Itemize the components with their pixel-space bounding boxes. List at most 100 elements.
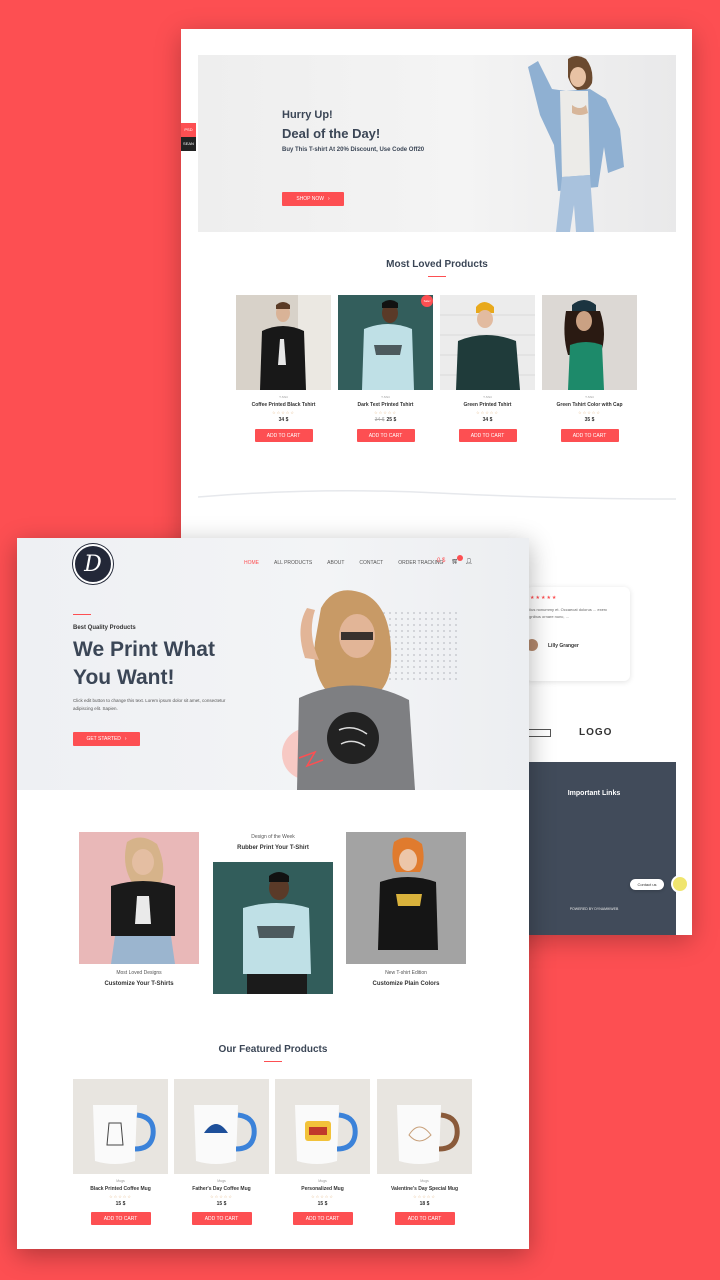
- product-name[interactable]: Coffee Printed Black Tshirt: [236, 402, 331, 408]
- product-card[interactable]: Mugs Valentine's Day Special Mug ☆☆☆☆☆ 1…: [377, 1079, 472, 1239]
- get-started-button[interactable]: GET STARTED ›: [73, 732, 140, 746]
- title-underline: [428, 276, 446, 277]
- product-price: 18 $: [419, 1201, 430, 1207]
- side-tab-psd[interactable]: PSD: [181, 123, 196, 137]
- product-card[interactable]: T-Shirt Green Tshirt Color with Cap ☆☆☆☆…: [542, 295, 637, 453]
- model-grey-bg-image: [346, 832, 466, 964]
- product-image: [440, 295, 535, 390]
- tile-title[interactable]: Rubber Print Your T-Shirt: [213, 845, 333, 851]
- product-price: 15 $: [115, 1201, 126, 1207]
- add-to-cart-button[interactable]: ADD TO CART: [90, 1212, 151, 1225]
- product-image: [275, 1079, 370, 1174]
- featured-title-text: Our Featured Products: [218, 1044, 328, 1055]
- deal-title: Deal of the Day!: [282, 126, 381, 141]
- product-name[interactable]: Black Printed Coffee Mug: [73, 1186, 168, 1192]
- rating-stars: ☆☆☆☆☆: [109, 1194, 132, 1199]
- add-to-cart-button[interactable]: ADD TO CART: [292, 1212, 353, 1225]
- product-price: 34 $: [482, 417, 493, 423]
- rating-stars: ☆☆☆☆☆: [578, 410, 601, 415]
- model-printed-tshirt-image: [338, 295, 433, 390]
- product-image: [174, 1079, 269, 1174]
- model-black-tshirt-image: [236, 295, 331, 390]
- mug-personalized-image: [275, 1079, 370, 1174]
- product-category: T-Shirt: [585, 395, 594, 399]
- product-name[interactable]: Father's Day Coffee Mug: [174, 1186, 269, 1192]
- nav-all-products[interactable]: ALL PRODUCTS: [274, 560, 312, 566]
- footer-links-title: Important Links: [567, 790, 621, 797]
- partner-logo: LOGO: [579, 727, 613, 738]
- model-green-tshirt-cap-image: [542, 295, 637, 390]
- hero-description: Click edit button to change this text. L…: [73, 698, 226, 711]
- product-price: 15 $: [317, 1201, 328, 1207]
- deal-subtitle: Buy This T-shirt At 20% Discount, Use Co…: [282, 147, 425, 153]
- side-tab-sean[interactable]: SEAN: [181, 137, 196, 151]
- product-name[interactable]: Green Printed Tshirt: [440, 402, 535, 408]
- product-name[interactable]: Valentine's Day Special Mug: [377, 1186, 472, 1192]
- testimonial-text: ...iius nonummy et. Occaecat dolorus ...…: [526, 607, 608, 619]
- product-card[interactable]: Mugs Father's Day Coffee Mug ☆☆☆☆☆ 15 $ …: [174, 1079, 269, 1239]
- accent-line: [73, 614, 91, 615]
- tile-image-design-of-week[interactable]: [213, 862, 333, 994]
- shop-now-button[interactable]: SHOP NOW ›: [282, 192, 344, 206]
- tile-caption: Most Loved Designs: [116, 970, 162, 976]
- product-price: 34 $: [278, 417, 289, 423]
- tile-title[interactable]: Customize Your T-Shirts: [79, 981, 199, 987]
- rating-stars: ☆☆☆☆☆: [374, 410, 397, 415]
- chat-bubble-icon[interactable]: [671, 875, 689, 893]
- tile-image-most-loved[interactable]: [79, 832, 199, 964]
- old-price: 34 $: [374, 417, 385, 423]
- add-to-cart-button[interactable]: ADD TO CART: [458, 429, 517, 442]
- product-card[interactable]: T-Shirt Green Printed Tshirt ☆☆☆☆☆ 34 $ …: [440, 295, 535, 453]
- add-to-cart-button[interactable]: ADD TO CART: [356, 429, 415, 442]
- model-green-sweater-image: [440, 295, 535, 390]
- chevron-right-icon: ›: [328, 196, 330, 202]
- sale-badge: Sale!: [421, 295, 433, 307]
- product-image: [377, 1079, 472, 1174]
- rating-stars: ☆☆☆☆☆: [272, 410, 295, 415]
- rating-stars: ☆☆☆☆☆: [476, 410, 499, 415]
- nav-about[interactable]: ABOUT: [327, 560, 344, 566]
- product-image: Sale!: [338, 295, 433, 390]
- product-price: 35 $: [584, 417, 595, 423]
- brand-logo[interactable]: D: [73, 544, 113, 584]
- hero-section: D HOME ALL PRODUCTS ABOUT CONTACT ORDER …: [17, 538, 529, 790]
- product-name[interactable]: Personalized Mug: [275, 1186, 370, 1192]
- nav-contact[interactable]: CONTACT: [359, 560, 383, 566]
- footer: Important Links POWERED BY DYNAMIKWEB: [512, 762, 676, 935]
- contact-us-button[interactable]: Contact us: [630, 879, 664, 890]
- testimonial-stars: ★★★★★: [530, 595, 558, 601]
- user-icon[interactable]: 👤︎: [465, 558, 473, 565]
- hero-model-image: [297, 590, 415, 790]
- product-image: [236, 295, 331, 390]
- featured-section-title: Our Featured Products: [17, 1044, 529, 1062]
- product-card[interactable]: Mugs Black Printed Coffee Mug ☆☆☆☆☆ 15 $…: [73, 1079, 168, 1239]
- mug-black-print-image: [73, 1079, 168, 1174]
- powered-by-text: POWERED BY DYNAMIKWEB: [569, 907, 619, 911]
- model-pink-wall-image: [79, 832, 199, 964]
- cart-count-badge: [457, 555, 463, 561]
- cart-total[interactable]: 0 $: [437, 558, 445, 565]
- get-started-label: GET STARTED: [86, 736, 121, 742]
- add-to-cart-button[interactable]: ADD TO CART: [394, 1212, 455, 1225]
- product-name[interactable]: Dark Text Printed Tshirt: [338, 402, 433, 408]
- hero-eyebrow: Best Quality Products: [73, 625, 136, 631]
- product-card[interactable]: Mugs Personalized Mug ☆☆☆☆☆ 15 $ ADD TO …: [275, 1079, 370, 1239]
- add-to-cart-button[interactable]: ADD TO CART: [254, 429, 313, 442]
- product-card[interactable]: T-Shirt Coffee Printed Black Tshirt ☆☆☆☆…: [236, 295, 331, 453]
- deal-eyebrow: Hurry Up!: [282, 109, 333, 121]
- shop-now-label: SHOP NOW: [296, 196, 325, 202]
- product-name[interactable]: Green Tshirt Color with Cap: [542, 402, 637, 408]
- product-category: Mugs: [217, 1179, 226, 1183]
- product-card[interactable]: Sale! T-Shirt Dark Text Printed Tshirt ☆…: [338, 295, 433, 453]
- nav-home[interactable]: HOME: [244, 560, 259, 566]
- rating-stars: ☆☆☆☆☆: [210, 1194, 233, 1199]
- product-category: Mugs: [116, 1179, 125, 1183]
- mug-fathers-day-image: [174, 1079, 269, 1174]
- chevron-right-icon: ›: [124, 736, 127, 742]
- add-to-cart-button[interactable]: ADD TO CART: [560, 429, 619, 442]
- tile-caption: Design of the Week: [251, 834, 295, 840]
- product-category: T-Shirt: [381, 395, 390, 399]
- tile-image-new-edition[interactable]: [346, 832, 466, 964]
- add-to-cart-button[interactable]: ADD TO CART: [191, 1212, 252, 1225]
- tile-title[interactable]: Customize Plain Colors: [346, 981, 466, 987]
